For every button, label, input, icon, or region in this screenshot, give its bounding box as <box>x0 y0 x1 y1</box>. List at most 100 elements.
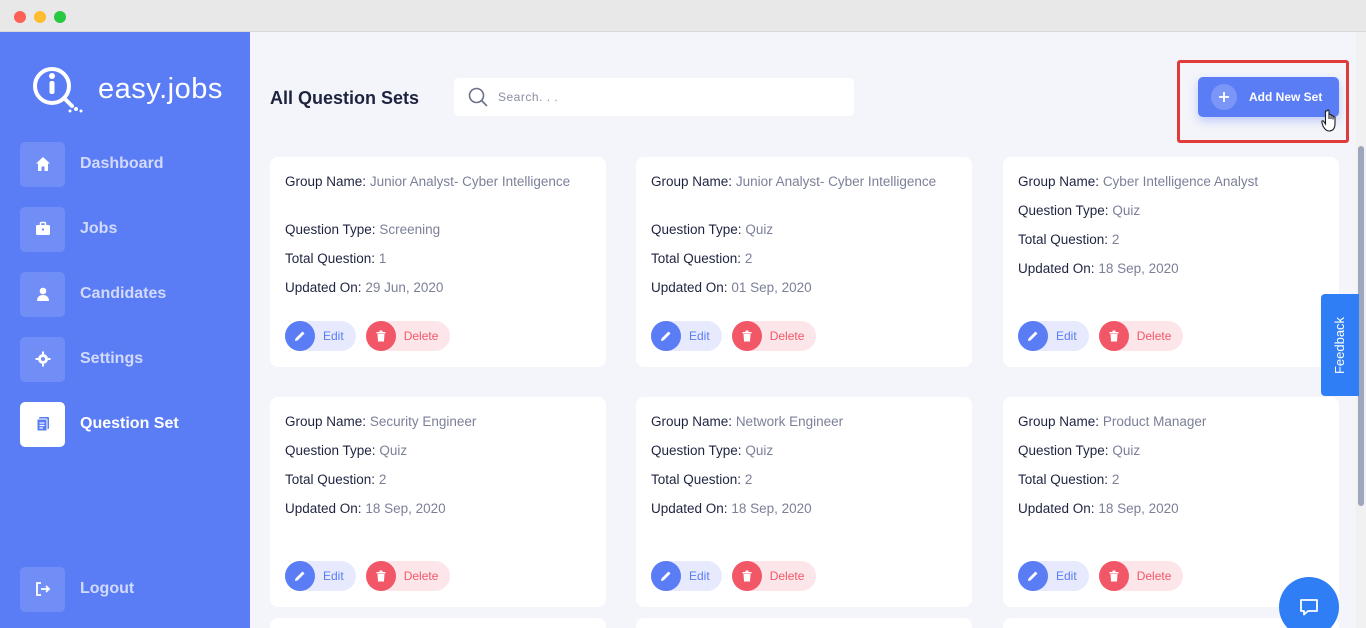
sidebar-item-label: Settings <box>80 350 144 367</box>
group-name-value: Security Engineer <box>369 414 477 429</box>
group-name-row: Group Name: Cyber Intelligence Analyst <box>1018 174 1259 189</box>
card-actions: Edit Delete <box>285 321 460 351</box>
total-question-value: 2 <box>744 472 753 487</box>
sidebar-item-question-set[interactable]: Question Set <box>20 401 240 447</box>
trash-icon <box>365 321 396 351</box>
chat-icon <box>1300 599 1318 616</box>
updated-on-row: Updated On: 18 Sep, 2020 <box>651 501 812 516</box>
edit-button[interactable]: Edit <box>651 321 722 351</box>
question-set-card: Group Name: Network Engineer Question Ty… <box>636 397 972 607</box>
page-title: All Question Sets <box>270 88 420 108</box>
updated-on-value: 18 Sep, 2020 <box>1098 261 1179 276</box>
question-set-card: Group Name: Product Manager Question Typ… <box>1003 397 1339 607</box>
group-name-row: Group Name: Junior Analyst- Cyber Intell… <box>651 174 937 189</box>
logout-icon <box>35 582 50 596</box>
total-question-row: Total Question: 1 <box>285 251 387 266</box>
question-type-value: Screening <box>379 222 441 237</box>
updated-on-row: Updated On: 01 Sep, 2020 <box>651 280 812 295</box>
pencil-icon <box>285 321 315 351</box>
group-name-value: Cyber Intelligence Analyst <box>1102 174 1259 189</box>
feedback-label: Feedback <box>1332 316 1348 374</box>
add-new-set-button[interactable]: Add New Set <box>1198 77 1339 117</box>
updated-on-row: Updated On: 18 Sep, 2020 <box>285 501 446 516</box>
delete-button[interactable]: Delete <box>1098 561 1184 591</box>
edit-button[interactable]: Edit <box>285 321 356 351</box>
question-set-card: Group Name: Junior Analyst- Cyber Intell… <box>636 157 972 367</box>
brand-logo[interactable]: easy.jobs <box>32 64 223 114</box>
edit-button[interactable]: Edit <box>1018 321 1089 351</box>
question-type-row: Question Type: Quiz <box>651 222 774 237</box>
delete-button[interactable]: Delete <box>365 561 451 591</box>
sidebar-item-dashboard[interactable]: Dashboard <box>20 141 240 187</box>
close-window-button[interactable] <box>14 11 26 23</box>
search-input[interactable] <box>498 90 818 104</box>
sidebar-item-settings[interactable]: Settings <box>20 336 240 382</box>
window-titlebar <box>0 0 1366 32</box>
group-name-value: Product Manager <box>1102 414 1207 429</box>
add-new-set-label: Add New Set <box>1249 90 1323 104</box>
document-icon <box>36 417 49 432</box>
brand-name: easy.jobs <box>98 72 223 105</box>
group-name-row: Group Name: Junior Analyst- Cyber Intell… <box>285 174 571 189</box>
question-type-value: Quiz <box>1112 203 1141 218</box>
updated-on-row: Updated On: 29 Jun, 2020 <box>285 280 444 295</box>
question-type-value: Quiz <box>745 443 774 458</box>
group-name-row: Group Name: Product Manager <box>1018 414 1207 429</box>
sidebar-item-logout[interactable]: Logout <box>20 566 240 612</box>
delete-button[interactable]: Delete <box>731 321 817 351</box>
search-box[interactable] <box>454 78 854 116</box>
pencil-icon <box>1018 321 1048 351</box>
edit-button[interactable]: Edit <box>651 561 722 591</box>
trash-icon <box>365 561 396 591</box>
card-actions: Edit Delete <box>1018 321 1193 351</box>
home-icon <box>35 157 50 171</box>
group-name-row: Group Name: Security Engineer <box>285 414 477 429</box>
hand-pointer-icon <box>1321 109 1336 132</box>
sidebar-item-label: Question Set <box>80 415 179 432</box>
trash-icon <box>1098 321 1129 351</box>
delete-button[interactable]: Delete <box>1098 321 1184 351</box>
total-question-row: Total Question: 2 <box>651 251 753 266</box>
feedback-tab[interactable]: Feedback <box>1321 294 1359 396</box>
delete-button[interactable]: Delete <box>365 321 451 351</box>
chat-button[interactable] <box>1279 577 1339 628</box>
search-icon <box>468 87 488 107</box>
trash-icon <box>731 561 762 591</box>
question-type-row: Question Type: Quiz <box>651 443 774 458</box>
updated-on-value: 01 Sep, 2020 <box>731 280 812 295</box>
group-name-value: Junior Analyst- Cyber Intelligence <box>369 174 571 189</box>
question-type-value: Quiz <box>379 443 408 458</box>
sidebar-item-candidates[interactable]: Candidates <box>20 271 240 317</box>
briefcase-icon <box>35 221 50 235</box>
updated-on-row: Updated On: 18 Sep, 2020 <box>1018 261 1179 276</box>
updated-on-value: 18 Sep, 2020 <box>1098 501 1179 516</box>
easyjobs-logo-icon <box>33 67 83 113</box>
minimize-window-button[interactable] <box>34 11 46 23</box>
pencil-icon <box>651 561 681 591</box>
updated-on-value: 18 Sep, 2020 <box>365 501 446 516</box>
group-name-value: Junior Analyst- Cyber Intelligence <box>735 174 937 189</box>
edit-button[interactable]: Edit <box>285 561 356 591</box>
card-actions: Edit Delete <box>651 321 826 351</box>
card-actions: Edit Delete <box>1018 561 1193 591</box>
question-set-card: Group Name: Cyber Intelligence Analyst Q… <box>1003 157 1339 367</box>
question-type-value: Quiz <box>745 222 774 237</box>
maximize-window-button[interactable] <box>54 11 66 23</box>
sidebar-item-jobs[interactable]: Jobs <box>20 206 240 252</box>
delete-button[interactable]: Delete <box>731 561 817 591</box>
sidebar-item-label: Jobs <box>80 220 118 237</box>
question-set-card: Group Name: Security Engineer Question T… <box>270 397 606 607</box>
updated-on-row: Updated On: 18 Sep, 2020 <box>1018 501 1179 516</box>
question-type-row: Question Type: Screening <box>285 222 441 237</box>
question-set-card: Group Name: Junior Analyst- Cyber Intell… <box>270 157 606 367</box>
group-name-value: Network Engineer <box>735 414 844 429</box>
total-question-value: 2 <box>1111 472 1120 487</box>
user-icon <box>36 287 49 301</box>
plus-icon <box>1211 84 1237 110</box>
sidebar-item-label: Candidates <box>80 285 167 302</box>
group-name-row: Group Name: Network Engineer <box>651 414 844 429</box>
total-question-row: Total Question: 2 <box>1018 232 1120 247</box>
total-question-value: 2 <box>1111 232 1120 247</box>
edit-button[interactable]: Edit <box>1018 561 1089 591</box>
question-type-row: Question Type: Quiz <box>285 443 408 458</box>
